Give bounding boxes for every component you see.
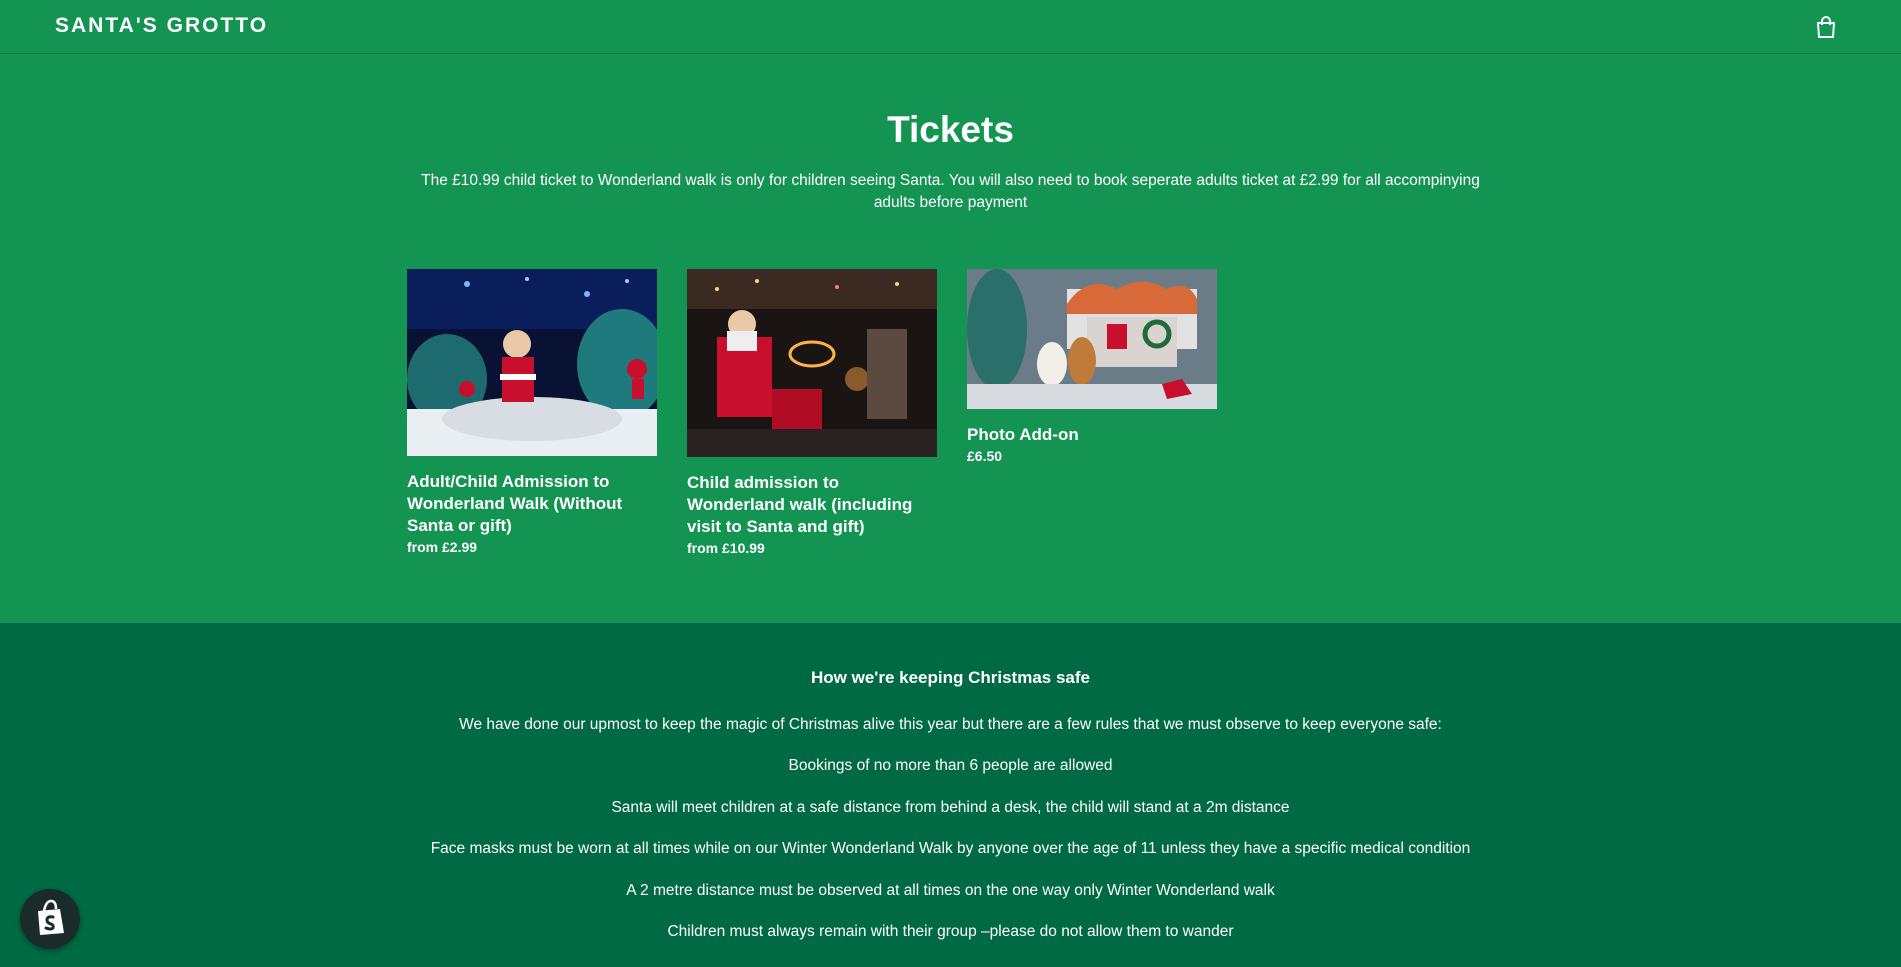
- page-title: Tickets: [887, 109, 1014, 150]
- product-title[interactable]: Adult/Child Admission to Wonderland Walk…: [407, 471, 657, 537]
- site-logo[interactable]: SANTA'S GROTTO: [55, 14, 268, 38]
- product-card[interactable]: Adult/Child Admission to Wonderland Walk…: [407, 269, 657, 555]
- main-content: Tickets The £10.99 child ticket to Wonde…: [0, 54, 1901, 623]
- product-title[interactable]: Child admission to Wonderland walk (incl…: [687, 472, 937, 538]
- shopping-bag-icon[interactable]: [1815, 16, 1837, 38]
- safety-rule: Bookings of no more than 6 people are al…: [788, 757, 1113, 774]
- product-price: £6.50: [967, 448, 1003, 464]
- product-image-santa-chair[interactable]: [687, 269, 937, 457]
- safety-rule: Face masks must be worn at all times whi…: [430, 840, 1471, 857]
- product-price: from £2.99: [407, 539, 478, 555]
- product-card[interactable]: Child admission to Wonderland walk (incl…: [687, 269, 937, 556]
- safety-rule: Santa will meet children at a safe dista…: [611, 799, 1290, 816]
- shopify-bag-icon[interactable]: [20, 889, 80, 949]
- product-price: from £10.99: [687, 540, 765, 556]
- product-card[interactable]: Photo Add-on £6.50: [967, 269, 1217, 464]
- product-image-photo-scene[interactable]: [967, 269, 1217, 409]
- safety-title: How we're keeping Christmas safe: [811, 668, 1090, 687]
- safety-section: How we're keeping Christmas safe We have…: [0, 623, 1901, 967]
- safety-rule: Children must always remain with their g…: [667, 923, 1234, 940]
- product-image-santa-sleigh[interactable]: [407, 269, 657, 456]
- intro-text: The £10.99 child ticket to Wonderland wa…: [421, 172, 1480, 211]
- safety-rule: We have done our upmost to keep the magi…: [459, 716, 1442, 733]
- site-header: SANTA'S GROTTO: [0, 0, 1901, 54]
- safety-rule: A 2 metre distance must be observed at a…: [626, 882, 1275, 899]
- product-title[interactable]: Photo Add-on: [967, 424, 1217, 446]
